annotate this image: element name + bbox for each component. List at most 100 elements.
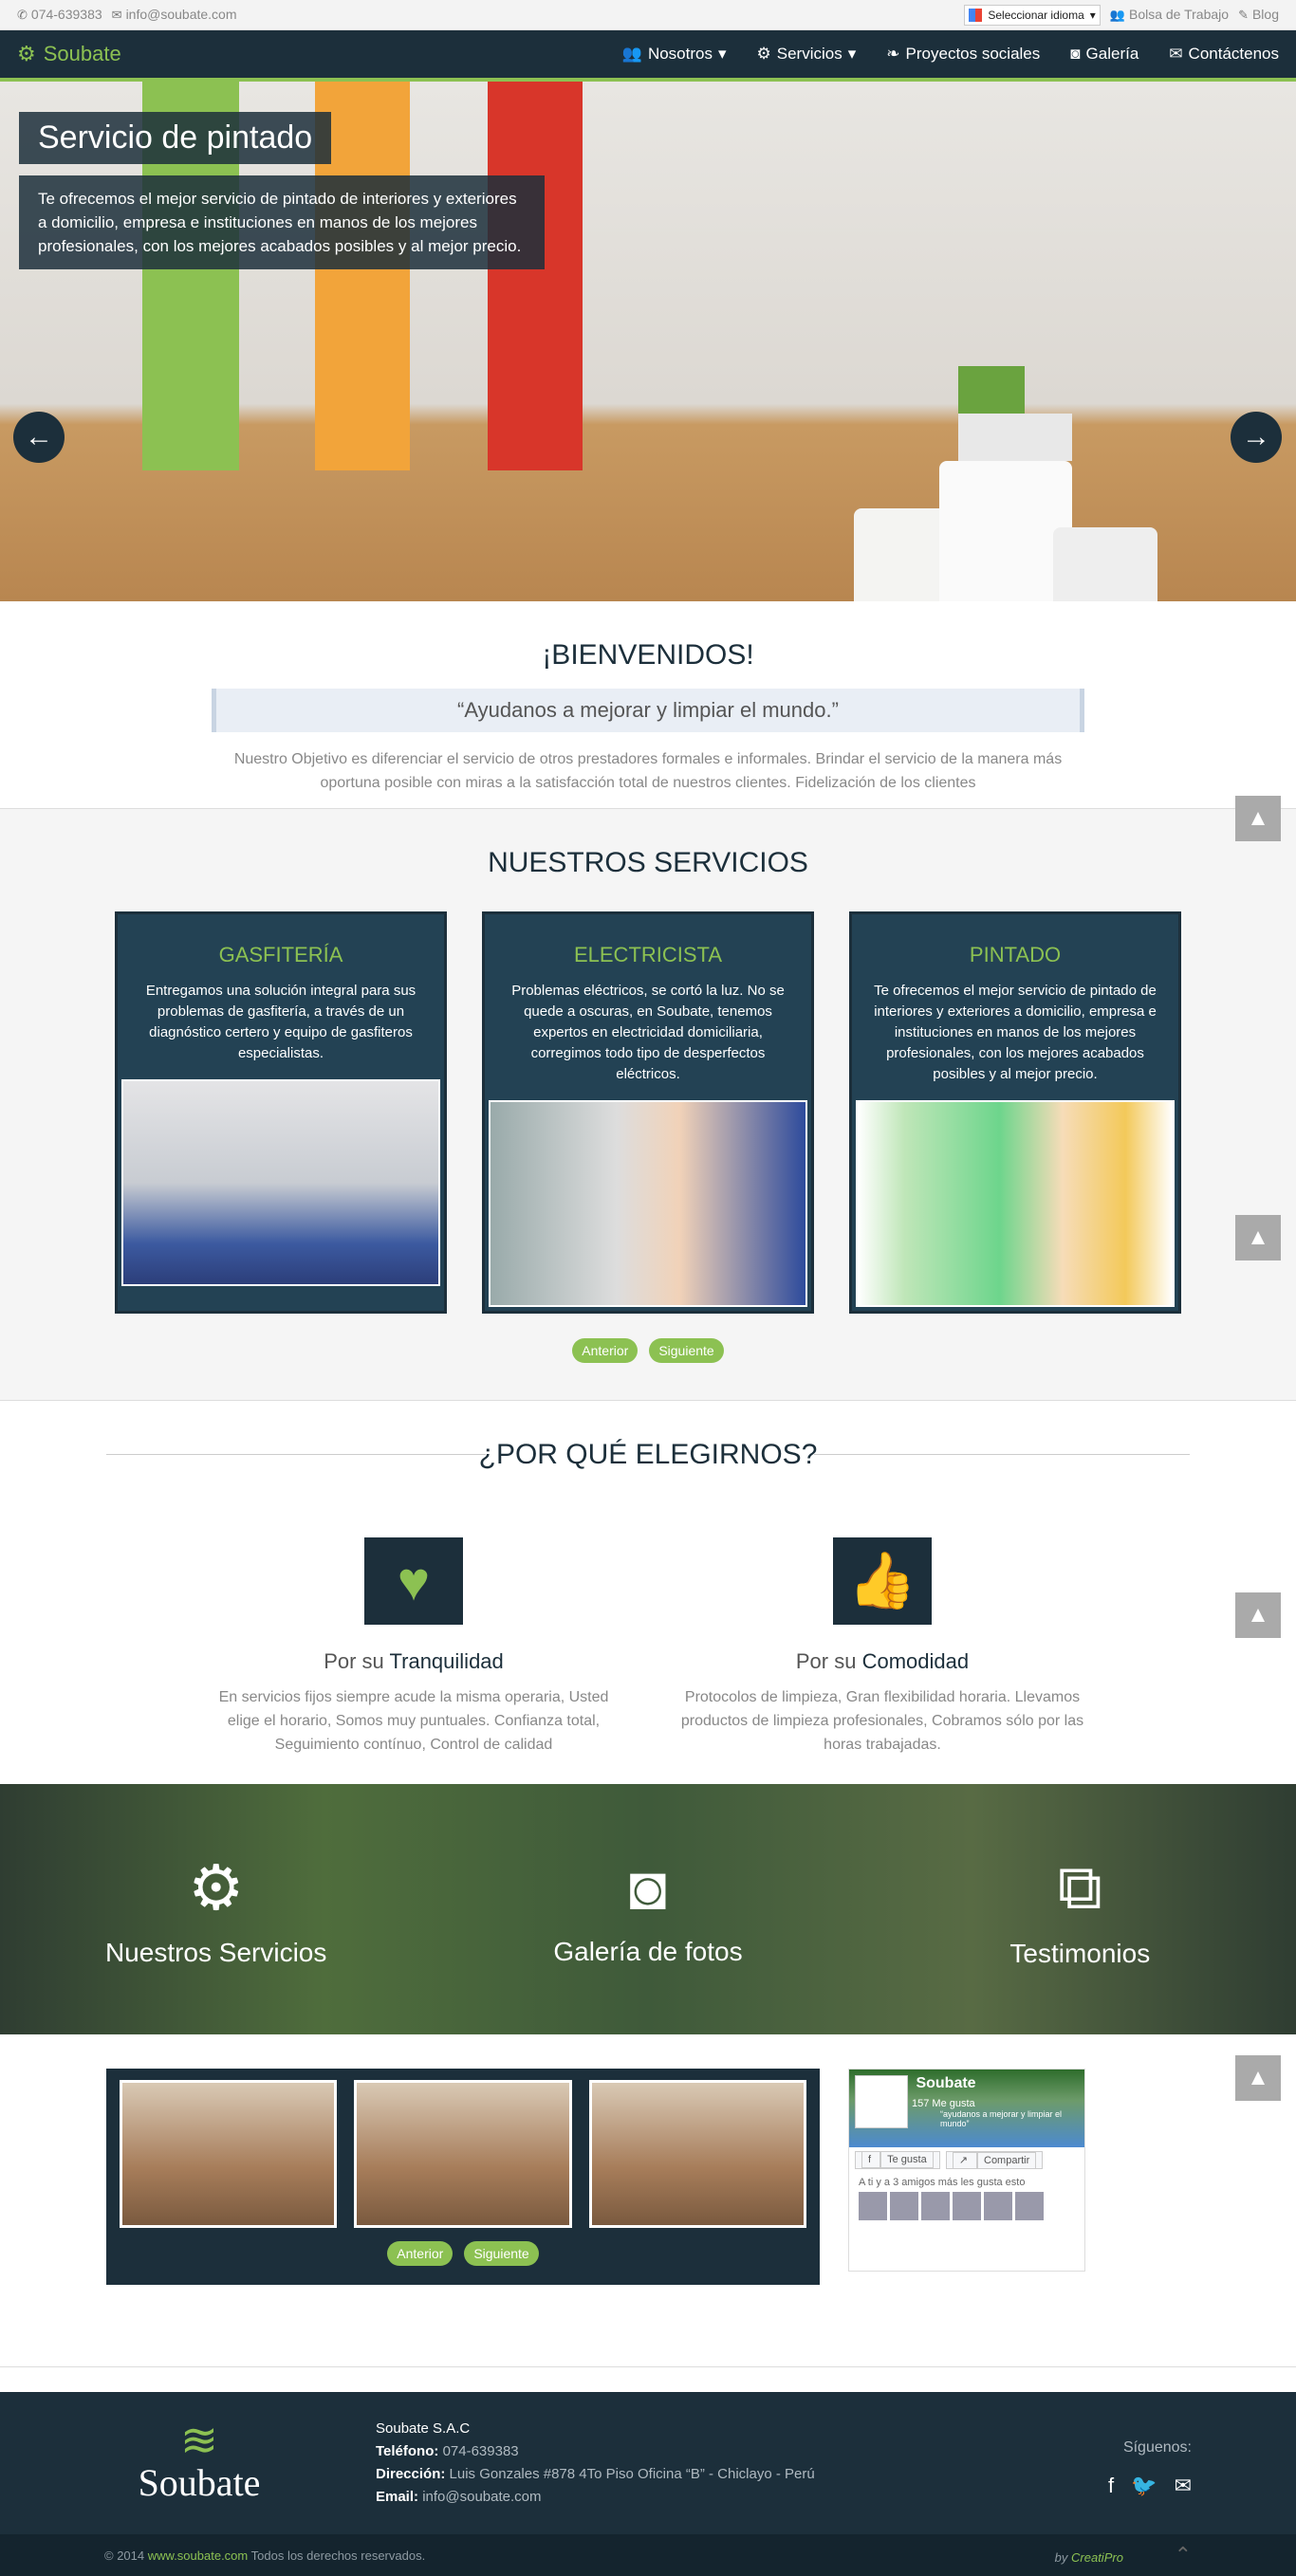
welcome-title: ¡BIENVENIDOS! [542, 639, 754, 671]
twitter-icon[interactable]: 🐦 [1131, 2474, 1157, 2498]
slider-prev-button[interactable]: ← [13, 412, 65, 463]
nav-item-galeria[interactable]: ◙ Galería [1070, 45, 1139, 64]
scroll-top-button[interactable]: ▲ [1235, 796, 1281, 841]
projects-gallery: Anterior Siguiente [106, 2069, 820, 2285]
gallery-photo[interactable] [588, 2080, 806, 2228]
band-item-galeria[interactable]: ◙ Galería de fotos [496, 1851, 800, 1967]
scroll-top-button[interactable]: ▲ [1235, 1215, 1281, 1260]
scroll-top-button[interactable]: ▲ [1235, 2055, 1281, 2101]
gallery-photo[interactable] [120, 2080, 338, 2228]
heart-icon: ♥ [364, 1537, 463, 1625]
chevron-up-icon: ▲ [1247, 1602, 1269, 1628]
scroll-top-button[interactable]: ▲ [1235, 1592, 1281, 1638]
band-label: Nuestros Servicios [104, 1937, 327, 1967]
gallery-prev-button[interactable]: Anterior [387, 2241, 454, 2266]
caret-down-icon: ▾ [847, 45, 857, 63]
email-value[interactable]: info@soubate.com [422, 2489, 541, 2505]
twitch-icon: ⧉ [1057, 1850, 1102, 1922]
fb-slogan: “ayudanos a mejorar y limpiar el mundo” [940, 2109, 1063, 2128]
avatar[interactable] [953, 2192, 981, 2220]
fb-page-logo[interactable] [855, 2075, 908, 2128]
feature-heading: Por su Tranquilidad [205, 1649, 622, 1674]
service-card-electricista[interactable]: ELECTRICISTA Problemas eléctricos, se co… [482, 911, 814, 1314]
caret-down-icon: ▾ [717, 45, 727, 63]
leaf-icon: ❧ [886, 45, 900, 63]
footer-logo-text: Soubate [138, 2460, 261, 2504]
gallery-next-button[interactable]: Siguiente [464, 2241, 539, 2266]
email-text[interactable]: info@soubate.com [126, 7, 237, 22]
avatar[interactable] [921, 2192, 950, 2220]
services-title: NUESTROS SERVICIOS [488, 847, 808, 878]
band-item-servicios[interactable]: ⚙ Nuestros Servicios [65, 1851, 368, 1968]
fb-share-button[interactable]: ↗ Compartir [945, 2151, 1044, 2169]
envelope-icon[interactable]: ✉ [1175, 2474, 1192, 2498]
users-icon: 👥 [1109, 8, 1125, 22]
site-link[interactable]: www.soubate.com [148, 2548, 249, 2563]
footer-logo[interactable]: ≋ Soubate [104, 2415, 294, 2505]
email-contact[interactable]: ✉ info@soubate.com [112, 7, 237, 23]
service-text: Problemas eléctricos, se cortó la luz. N… [511, 983, 785, 1082]
services-prev-button[interactable]: Anterior [572, 1338, 639, 1363]
band-label: Galería de fotos [553, 1937, 743, 1966]
jobs-link[interactable]: 👥 Bolsa de Trabajo [1110, 7, 1229, 23]
follow-label: Síguenos: [1122, 2439, 1192, 2456]
facebook-icon[interactable]: f [1108, 2474, 1114, 2498]
jobs-label: Bolsa de Trabajo [1128, 7, 1230, 22]
blog-label: Blog [1251, 7, 1279, 22]
avatar[interactable] [859, 2192, 887, 2220]
welcome-text: Nuestro Objetivo es diferenciar el servi… [233, 751, 1063, 791]
google-translate-icon [969, 8, 983, 22]
fb-page-name[interactable]: Soubate [916, 2075, 975, 2092]
credit-link[interactable]: CreatiPro [1071, 2550, 1123, 2565]
nav-label: Servicios [776, 45, 842, 63]
service-card-pintado[interactable]: PINTADO Te ofrecemos el mejor servicio d… [849, 911, 1181, 1314]
nav-menu: 👥 Nosotros ▾ ⚙ Servicios ▾ ❧ Proyectos social… [622, 45, 1279, 64]
band-item-testimonios[interactable]: ⧉ Testimonios [928, 1850, 1231, 1969]
company-name: Soubate S.A.C [376, 2420, 471, 2437]
swoosh-icon: ≋ [179, 2415, 219, 2466]
phone-value: 074-639383 [442, 2443, 519, 2459]
feature-text: En servicios fijos siempre acude la mism… [218, 1689, 609, 1753]
services-section: NUESTROS SERVICIOS GASFITERÍA Entregamos… [0, 796, 1296, 1400]
language-select[interactable]: Seleccionar idioma ▾ [964, 4, 1101, 26]
service-card-gasfiteria[interactable]: GASFITERÍA Entregamos una solución integ… [115, 911, 447, 1314]
nav-item-contactenos[interactable]: ✉ Contáctenos [1169, 45, 1279, 64]
service-text: Entregamos una solución integral para su… [145, 983, 417, 1061]
phone-icon: ✆ [17, 8, 28, 22]
arrow-left-icon: ← [25, 421, 53, 452]
edit-icon: ✎ [1238, 8, 1249, 22]
services-cards: GASFITERÍA Entregamos una solución integ… [0, 911, 1296, 1314]
thumbs-up-icon: 👍 [833, 1537, 932, 1625]
welcome-section: ¡BIENVENIDOS! “Ayudanos a mejorar y limp… [0, 601, 1296, 808]
brand-logo[interactable]: ⚙ Soubate [17, 42, 121, 66]
service-title: PINTADO [969, 943, 1062, 966]
fb-share-label: Compartir [977, 2152, 1037, 2169]
address-label: Dirección: [376, 2466, 446, 2482]
social-links: Síguenos: f 🐦 ✉ [1108, 2439, 1192, 2498]
avatar[interactable] [984, 2192, 1012, 2220]
avatar[interactable] [1015, 2192, 1044, 2220]
chevron-up-icon[interactable]: ⌃ [1175, 2543, 1192, 2567]
electrician-photo [489, 1100, 807, 1307]
nav-item-servicios[interactable]: ⚙ Servicios ▾ [757, 45, 857, 64]
gallery-pager: Anterior Siguiente [120, 2241, 806, 2266]
slider-next-button[interactable]: → [1231, 412, 1282, 463]
fb-like-button[interactable]: f Te gusta [855, 2151, 940, 2169]
fb-friends-text: A ti y a 3 amigos más les gusta esto [859, 2177, 1026, 2188]
nav-item-nosotros[interactable]: 👥 Nosotros ▾ [622, 45, 727, 64]
copyright-year: © 2014 [104, 2548, 145, 2563]
feature-name: Tranquilidad [389, 1649, 504, 1673]
feature-tranquilidad: ♥ Por su Tranquilidad En servicios fijos… [205, 1537, 622, 1757]
services-next-button[interactable]: Siguiente [649, 1338, 724, 1363]
facebook-icon: f [861, 2151, 881, 2168]
chevron-up-icon: ▲ [1247, 2065, 1269, 2090]
nav-label: Galería [1085, 45, 1139, 63]
copyright-text: Todos los derechos reservados. [250, 2548, 426, 2563]
avatar[interactable] [890, 2192, 918, 2220]
nav-label: Proyectos sociales [905, 45, 1041, 63]
gallery-photo[interactable] [354, 2080, 572, 2228]
nav-item-proyectos[interactable]: ❧ Proyectos sociales [886, 45, 1040, 64]
blog-link[interactable]: ✎ Blog [1238, 7, 1279, 23]
footer: ≋ Soubate Soubate S.A.C Teléfono: 074-63… [0, 2392, 1296, 2534]
paint-buckets-image [854, 366, 1167, 601]
